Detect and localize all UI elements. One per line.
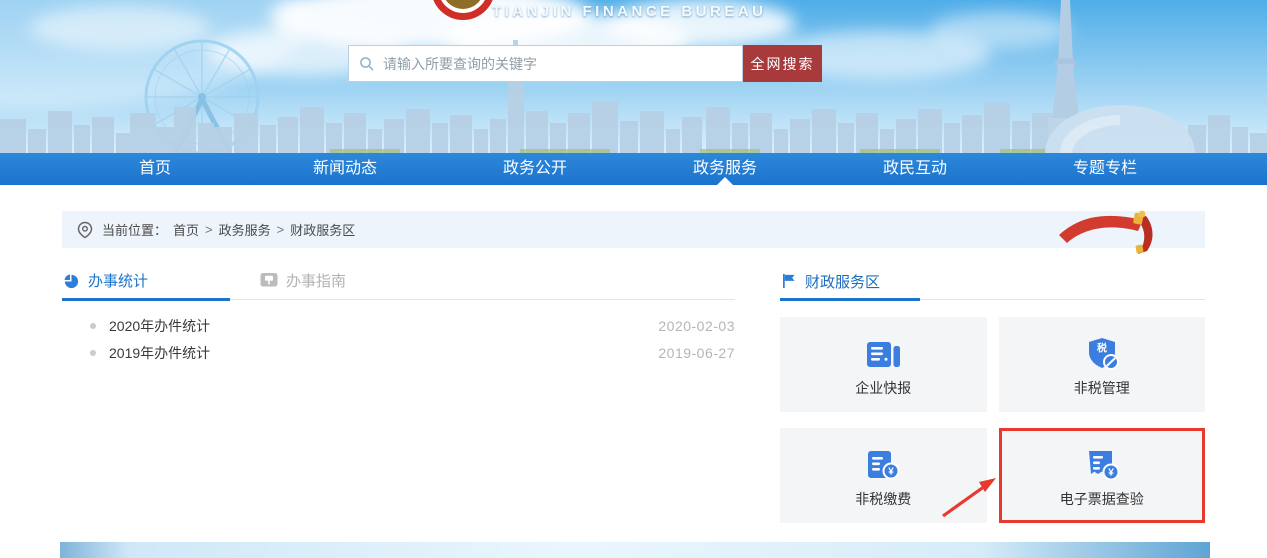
finance-service-zone-panel: 财政服务区 企业快报 税	[780, 263, 1205, 523]
bullet-dot	[90, 323, 96, 329]
tile-nontax-management[interactable]: 税 非税管理	[999, 317, 1206, 412]
tab-label: 办事指南	[286, 270, 346, 291]
location-pin-icon	[76, 221, 94, 239]
breadcrumb-home[interactable]: 首页	[173, 220, 199, 239]
svg-text:¥: ¥	[888, 467, 894, 478]
tax-shield-icon: 税	[1082, 334, 1122, 374]
search-button[interactable]: 全网搜索	[743, 45, 822, 82]
search-input[interactable]	[383, 46, 742, 81]
tile-label: 非税缴费	[855, 492, 911, 506]
statistics-list: 2020年办件统计 2020-02-03 2019年办件统计 2019-06-2…	[62, 312, 735, 366]
panel-title-bar: 财政服务区	[780, 263, 1205, 300]
doc-title[interactable]: 2019年办件统计	[109, 343, 210, 363]
breadcrumb: 当前位置： 首页 > 政务服务 > 财政服务区	[62, 211, 1205, 248]
svg-text:¥: ¥	[1108, 468, 1114, 479]
list-item[interactable]: 2019年办件统计 2019-06-27	[62, 339, 735, 366]
tab-service-statistics[interactable]: 办事统计	[62, 263, 230, 301]
flag-icon	[780, 272, 797, 290]
header-banner: TIANJIN FINANCE BUREAU 全网搜索	[0, 0, 1267, 153]
nav-item-gov-services[interactable]: 政务服务	[630, 153, 820, 185]
doc-date: 2020-02-03	[658, 318, 735, 334]
nav-item-gov-disclosure[interactable]: 政务公开	[440, 153, 630, 185]
search-icon	[359, 56, 375, 72]
red-ribbon-decoration	[1057, 203, 1157, 255]
panel-tabs: 办事统计 办事指南	[62, 263, 735, 300]
tab-label: 办事统计	[88, 270, 148, 291]
nav-item-special-topics[interactable]: 专题专栏	[1010, 153, 1200, 185]
tile-label: 企业快报	[855, 381, 911, 395]
breadcrumb-label: 当前位置：	[102, 220, 167, 239]
search-box[interactable]	[348, 45, 743, 82]
main-navbar: 首页 新闻动态 政务公开 政务服务 政民互动 专题专栏	[0, 153, 1267, 185]
panel-title: 财政服务区	[805, 271, 880, 292]
breadcrumb-separator: >	[277, 222, 285, 237]
tab-service-guide[interactable]: 办事指南	[260, 263, 346, 299]
logo-inner-ring	[438, 0, 488, 13]
site-search: 全网搜索	[348, 45, 822, 82]
nontax-payment-icon: ¥	[863, 445, 903, 485]
footer-banner	[60, 542, 1210, 558]
breadcrumb-gov-services[interactable]: 政务服务	[219, 220, 271, 239]
nav-item-news[interactable]: 新闻动态	[250, 153, 440, 185]
svg-text:税: 税	[1097, 342, 1107, 355]
list-item[interactable]: 2020年办件统计 2020-02-03	[62, 312, 735, 339]
nav-item-interaction[interactable]: 政民互动	[820, 153, 1010, 185]
service-tiles: 企业快报 税 非税管理 ¥	[780, 317, 1205, 523]
breadcrumb-finance-zone[interactable]: 财政服务区	[290, 220, 355, 239]
bullet-dot	[90, 350, 96, 356]
tile-e-invoice-check[interactable]: ¥ 电子票据查验	[999, 428, 1206, 523]
tile-label: 电子票据查验	[1060, 492, 1144, 506]
logo-core	[442, 0, 484, 9]
enterprise-report-icon	[863, 334, 903, 374]
tile-label: 非税管理	[1074, 381, 1130, 395]
page: TIANJIN FINANCE BUREAU 全网搜索 首页 新闻动态 政务公开…	[0, 0, 1267, 558]
pie-chart-icon	[62, 272, 80, 290]
doc-date: 2019-06-27	[658, 345, 735, 361]
tile-enterprise-report[interactable]: 企业快报	[780, 317, 987, 412]
tile-nontax-payment[interactable]: ¥ 非税缴费	[780, 428, 987, 523]
nav-item-home[interactable]: 首页	[60, 153, 250, 185]
statistics-panel: 办事统计 办事指南 2020年办件统计 2020-02-03 2019年办件统计	[62, 263, 735, 366]
site-title-english: TIANJIN FINANCE BUREAU	[492, 3, 767, 20]
e-invoice-check-icon: ¥	[1082, 445, 1122, 485]
breadcrumb-separator: >	[205, 222, 213, 237]
guide-sign-icon	[260, 272, 278, 288]
doc-title[interactable]: 2020年办件统计	[109, 316, 210, 336]
